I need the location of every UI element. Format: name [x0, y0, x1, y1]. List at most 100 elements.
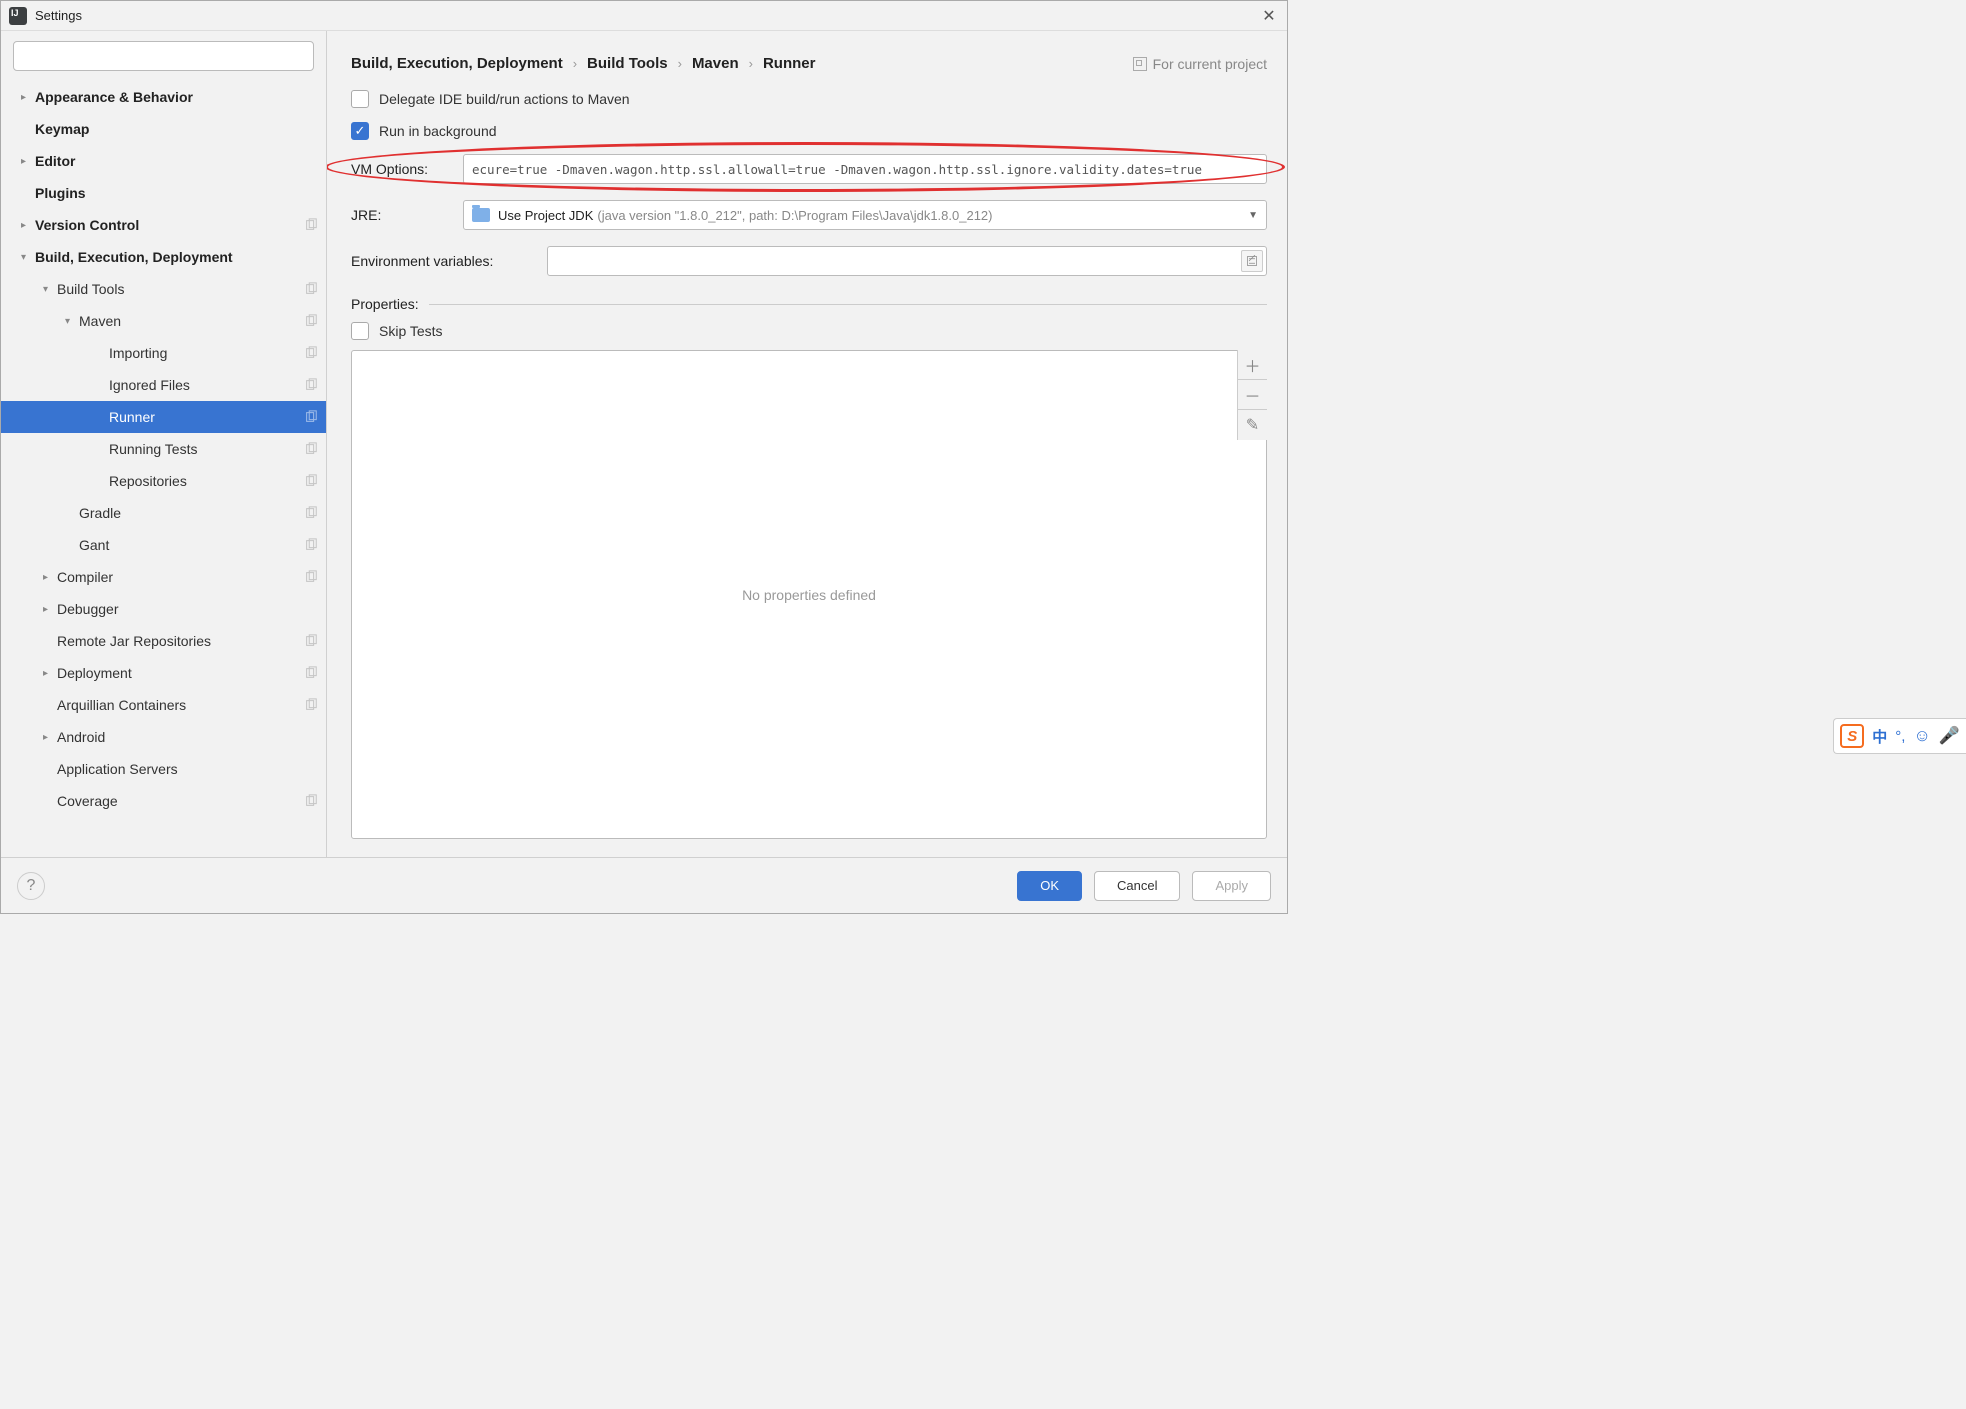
main-panel: Build, Execution, Deployment › Build Too… [327, 31, 1287, 857]
tree-item-repositories[interactable]: Repositories [1, 465, 326, 497]
tree-item-gradle[interactable]: Gradle [1, 497, 326, 529]
search-wrap: ▾ [1, 41, 326, 81]
project-scope-icon [304, 474, 318, 488]
vm-options-input[interactable]: ecure=true -Dmaven.wagon.http.ssl.allowa… [463, 154, 1267, 184]
jre-select[interactable]: Use Project JDK (java version "1.8.0_212… [463, 200, 1267, 230]
tree-item-maven[interactable]: ▾Maven [1, 305, 326, 337]
tree-item-remote-jar-repositories[interactable]: Remote Jar Repositories [1, 625, 326, 657]
tree-item-keymap[interactable]: Keymap [1, 113, 326, 145]
body: ▾ ▸Appearance & BehaviorKeymap▸EditorPlu… [1, 31, 1287, 857]
tree-item-deployment[interactable]: ▸Deployment [1, 657, 326, 689]
tree-item-label: Plugins [35, 185, 318, 201]
tree-item-gant[interactable]: Gant [1, 529, 326, 561]
ok-button[interactable]: OK [1017, 871, 1082, 901]
properties-panel: No properties defined ＋ － ✎ [351, 350, 1267, 839]
tree-item-importing[interactable]: Importing [1, 337, 326, 369]
close-icon[interactable]: ✕ [1259, 6, 1279, 26]
jre-value-strong: Use Project JDK [498, 208, 593, 223]
tree-item-runner[interactable]: Runner [1, 401, 326, 433]
tree-item-coverage[interactable]: Coverage [1, 785, 326, 817]
delegate-checkbox[interactable] [351, 90, 369, 108]
project-scope-icon [304, 570, 318, 584]
tree-item-plugins[interactable]: Plugins [1, 177, 326, 209]
list-icon [1246, 255, 1258, 267]
search-input[interactable] [13, 41, 314, 71]
background-checkbox[interactable]: ✓ [351, 122, 369, 140]
ime-punct-button[interactable]: °, [1895, 728, 1905, 745]
scope-text: For current project [1153, 56, 1267, 72]
ime-logo-icon[interactable]: S [1840, 724, 1864, 748]
settings-tree[interactable]: ▸Appearance & BehaviorKeymap▸EditorPlugi… [1, 81, 326, 857]
divider [429, 304, 1267, 305]
env-input[interactable] [547, 246, 1267, 276]
caret-icon: ▾ [21, 252, 35, 263]
caret-icon: ▸ [21, 156, 35, 167]
project-scope-icon [304, 698, 318, 712]
project-scope-icon [304, 634, 318, 648]
apply-button[interactable]: Apply [1192, 871, 1271, 901]
tree-item-version-control[interactable]: ▸Version Control [1, 209, 326, 241]
footer: ? OK Cancel Apply [1, 857, 1287, 913]
tree-item-label: Build Tools [57, 281, 304, 297]
project-scope-icon [304, 442, 318, 456]
tree-item-android[interactable]: ▸Android [1, 721, 326, 753]
ime-mic-button[interactable]: 🎤 [1939, 726, 1960, 746]
tree-item-label: Keymap [35, 121, 318, 137]
tree-item-label: Appearance & Behavior [35, 89, 318, 105]
add-property-button[interactable]: ＋ [1238, 350, 1267, 380]
tree-item-label: Deployment [57, 665, 304, 681]
jre-value-detail: (java version "1.8.0_212", path: D:\Prog… [597, 208, 992, 223]
project-scope-icon [304, 346, 318, 360]
window-title: Settings [35, 8, 1259, 23]
tree-item-application-servers[interactable]: Application Servers [1, 753, 326, 785]
remove-property-button[interactable]: － [1238, 380, 1267, 410]
tree-item-label: Repositories [109, 473, 304, 489]
delegate-label: Delegate IDE build/run actions to Maven [379, 91, 630, 107]
vm-options-label: VM Options: [351, 161, 463, 177]
tree-item-compiler[interactable]: ▸Compiler [1, 561, 326, 593]
background-label: Run in background [379, 123, 497, 139]
tree-item-build-tools[interactable]: ▾Build Tools [1, 273, 326, 305]
project-scope-icon [304, 378, 318, 392]
env-row: Environment variables: [351, 246, 1267, 276]
tree-item-editor[interactable]: ▸Editor [1, 145, 326, 177]
ime-lang-button[interactable]: 中 [1872, 726, 1887, 747]
tree-item-label: Ignored Files [109, 377, 304, 393]
tree-item-label: Editor [35, 153, 318, 169]
titlebar: Settings ✕ [1, 1, 1287, 31]
caret-icon: ▸ [21, 220, 35, 231]
vm-options-value: ecure=true -Dmaven.wagon.http.ssl.allowa… [472, 162, 1202, 177]
cancel-button[interactable]: Cancel [1094, 871, 1180, 901]
help-button[interactable]: ? [17, 872, 45, 900]
tree-item-label: Runner [109, 409, 304, 425]
folder-icon [472, 208, 490, 222]
breadcrumb-part[interactable]: Build, Execution, Deployment [351, 55, 563, 72]
background-row: ✓ Run in background [351, 122, 1267, 140]
breadcrumb-part[interactable]: Maven [692, 55, 739, 72]
tree-item-build-execution-deployment[interactable]: ▾Build, Execution, Deployment [1, 241, 326, 273]
project-scope-icon [304, 506, 318, 520]
breadcrumb-part[interactable]: Build Tools [587, 55, 668, 72]
tree-item-label: Running Tests [109, 441, 304, 457]
project-scope-icon [304, 314, 318, 328]
app-icon [9, 7, 27, 25]
tree-item-running-tests[interactable]: Running Tests [1, 433, 326, 465]
chevron-right-icon: › [749, 56, 753, 71]
project-scope-icon [304, 410, 318, 424]
properties-label: Properties: [351, 296, 419, 312]
ime-emoji-button[interactable]: ☺ [1913, 726, 1930, 746]
env-browse-button[interactable] [1241, 250, 1263, 272]
caret-icon: ▾ [65, 316, 79, 327]
jre-label: JRE: [351, 207, 463, 223]
tree-item-arquillian-containers[interactable]: Arquillian Containers [1, 689, 326, 721]
tree-item-appearance-behavior[interactable]: ▸Appearance & Behavior [1, 81, 326, 113]
ime-toolbar[interactable]: S 中 °, ☺ 🎤 [1833, 718, 1966, 754]
tree-item-label: Gant [79, 537, 304, 553]
edit-property-button[interactable]: ✎ [1238, 410, 1267, 440]
tree-item-ignored-files[interactable]: Ignored Files [1, 369, 326, 401]
tree-item-debugger[interactable]: ▸Debugger [1, 593, 326, 625]
caret-icon: ▸ [21, 92, 35, 103]
properties-toolbar: ＋ － ✎ [1237, 350, 1267, 440]
breadcrumb-part: Runner [763, 55, 816, 72]
skip-tests-checkbox[interactable] [351, 322, 369, 340]
